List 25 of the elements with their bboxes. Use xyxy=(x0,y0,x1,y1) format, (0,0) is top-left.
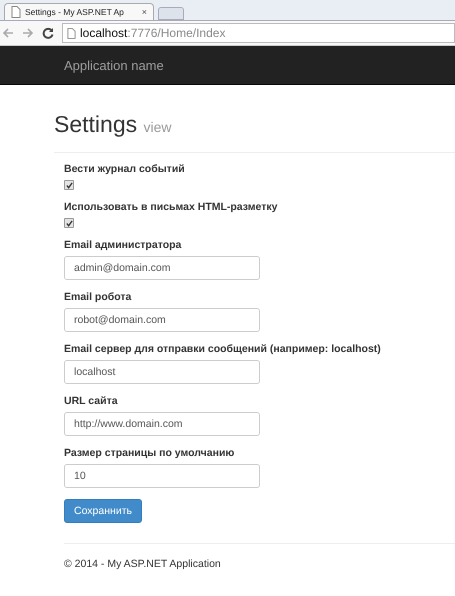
page-icon xyxy=(11,6,21,18)
field-label: URL сайта xyxy=(64,395,118,407)
browser-tab[interactable]: Settings - My ASP.NET Ap × xyxy=(4,3,154,20)
field-label: Размер страницы по умолчанию xyxy=(64,447,234,459)
close-tab-button[interactable]: × xyxy=(142,7,147,17)
field-label: Email администратора xyxy=(64,239,182,251)
address-field[interactable]: localhost:7776/Home/Index xyxy=(62,23,455,43)
field-label: Использовать в письмах HTML-разметку xyxy=(64,201,278,213)
checkbox[interactable] xyxy=(64,180,74,190)
field-label: Email сервер для отправки сообщений (например: localhost) xyxy=(64,343,381,355)
input-field[interactable]: http://www.domain.com xyxy=(64,412,260,436)
field-label: Вести журнал событий xyxy=(64,163,185,175)
page-icon xyxy=(67,28,76,38)
tab-title: Settings - My ASP.NET Ap xyxy=(25,7,125,17)
footer-text: © 2014 - My ASP.NET Application xyxy=(64,558,222,570)
page-title: Settings view xyxy=(54,111,173,138)
input-field[interactable]: admin@domain.com xyxy=(64,256,260,280)
brand-link[interactable]: Application name xyxy=(64,58,164,72)
save-button[interactable]: Сохраннить xyxy=(64,499,142,523)
field-label: Email робота xyxy=(64,291,132,303)
input-field[interactable]: robot@domain.com xyxy=(64,308,260,332)
input-field[interactable]: localhost xyxy=(64,360,260,384)
input-field[interactable]: 10 xyxy=(64,464,260,488)
reload-icon[interactable] xyxy=(42,27,54,39)
checkbox[interactable] xyxy=(64,218,74,228)
